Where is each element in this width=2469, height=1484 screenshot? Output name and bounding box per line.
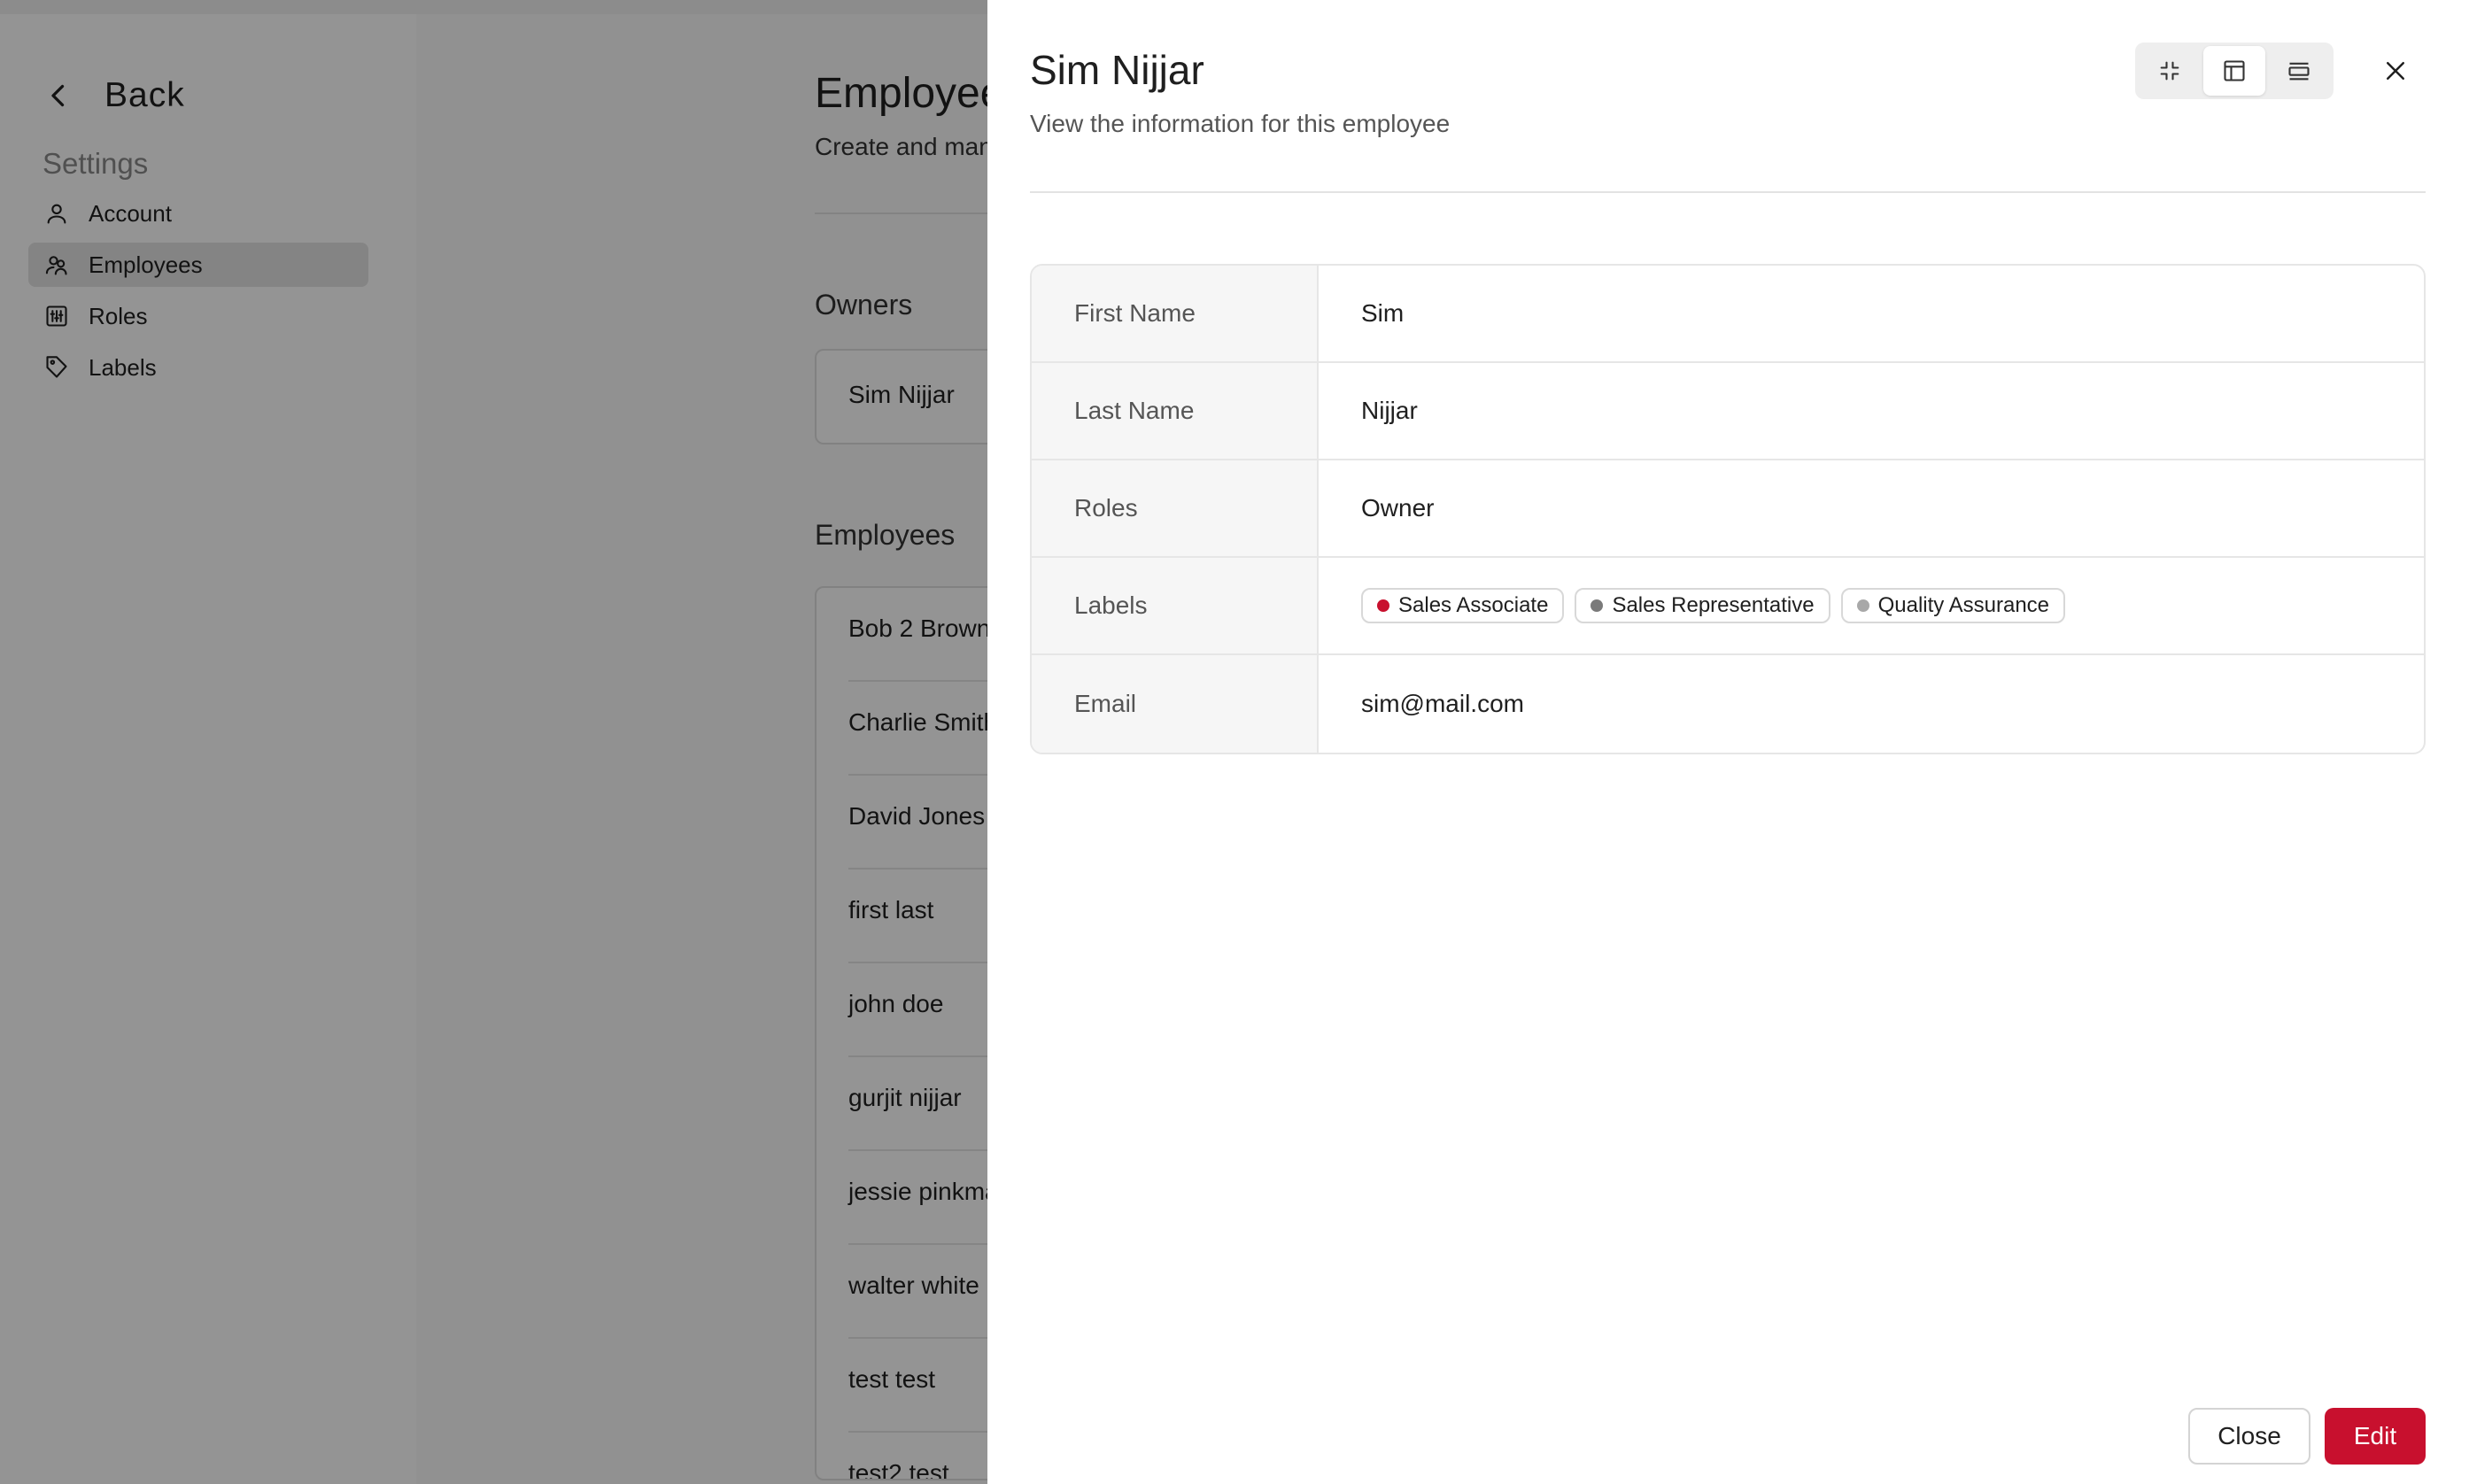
field-label: First Name bbox=[1032, 266, 1319, 361]
field-value: sim@mail.com bbox=[1361, 690, 1524, 717]
info-row-last-name: Last Name Nijjar bbox=[1032, 363, 2424, 460]
employee-info-table: First Name Sim Last Name Nijjar Roles Ow… bbox=[1030, 264, 2426, 754]
field-label: Email bbox=[1032, 655, 1319, 753]
tag-label: Quality Assurance bbox=[1877, 593, 2050, 617]
info-row-roles: Roles Owner bbox=[1032, 460, 2424, 558]
side-panel-icon bbox=[2224, 60, 2245, 81]
label-tag: Quality Assurance bbox=[1840, 588, 2066, 623]
tag-dot-icon bbox=[1856, 599, 1869, 612]
field-label: Labels bbox=[1032, 558, 1319, 653]
close-button[interactable]: Close bbox=[2188, 1408, 2310, 1465]
tag-label: Sales Associate bbox=[1398, 593, 1549, 617]
drawer-divider bbox=[1030, 191, 2426, 193]
field-label: Roles bbox=[1032, 460, 1319, 556]
field-label: Last Name bbox=[1032, 363, 1319, 459]
drawer-close-button[interactable] bbox=[2378, 53, 2413, 89]
view-mode-bottom-panel-button[interactable] bbox=[2267, 46, 2330, 96]
employee-drawer: Sim Nijjar View the information for this… bbox=[987, 0, 2469, 1484]
drawer-title: Sim Nijjar bbox=[1030, 47, 1204, 93]
info-row-labels: Labels Sales Associate Sales Representat… bbox=[1032, 558, 2424, 655]
info-row-first-name: First Name Sim bbox=[1032, 266, 2424, 363]
collapse-icon bbox=[2160, 61, 2179, 81]
view-mode-collapse-button[interactable] bbox=[2139, 46, 2202, 96]
bottom-panel-icon bbox=[2288, 62, 2310, 81]
edit-button[interactable]: Edit bbox=[2325, 1408, 2426, 1465]
labels-value: Sales Associate Sales Representative Qua… bbox=[1319, 558, 2424, 653]
field-value: Sim bbox=[1361, 299, 1405, 327]
tag-dot-icon bbox=[1377, 599, 1389, 612]
label-tag: Sales Associate bbox=[1361, 588, 1565, 623]
tag-label: Sales Representative bbox=[1612, 593, 1815, 617]
drawer-subtitle: View the information for this employee bbox=[1030, 110, 1451, 137]
info-row-email: Email sim@mail.com bbox=[1032, 655, 2424, 753]
view-mode-switch bbox=[2135, 43, 2334, 99]
field-value: Owner bbox=[1361, 494, 1435, 522]
view-mode-side-panel-button[interactable] bbox=[2202, 46, 2266, 96]
label-tag: Sales Representative bbox=[1575, 588, 1830, 623]
field-value: Nijjar bbox=[1361, 397, 1418, 424]
close-icon bbox=[2387, 62, 2404, 80]
tag-dot-icon bbox=[1591, 599, 1604, 612]
